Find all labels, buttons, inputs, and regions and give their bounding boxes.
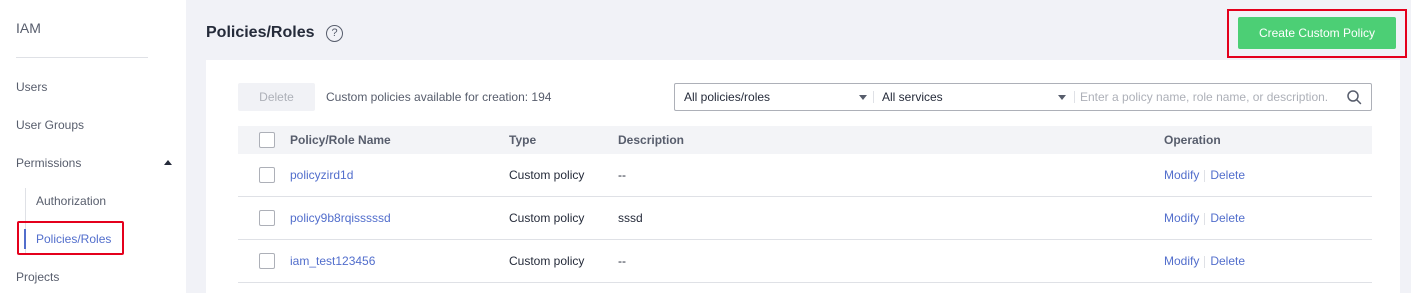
sidebar-item-projects[interactable]: Projects [16,269,59,285]
filter-bar: All policies/roles All services [674,83,1372,111]
delete-link[interactable]: Delete [1210,211,1245,225]
row-checkbox[interactable] [259,253,275,269]
policy-name-link[interactable]: policyzird1d [290,154,353,196]
policy-type-select[interactable]: All policies/roles [675,84,873,110]
highlight-box-create-button: Create Custom Policy [1227,9,1407,58]
help-icon[interactable]: ? [326,25,343,42]
sidebar: IAM Users User Groups Permissions Author… [0,0,186,293]
delete-link[interactable]: Delete [1210,168,1245,182]
main-content: Policies/Roles ? Create Custom Policy De… [186,0,1411,293]
filter-separator [1074,91,1075,103]
row-operations: Modify Delete [1164,197,1245,239]
policy-type: Custom policy [509,211,585,225]
quota-text: Custom policies available for creation: … [326,90,552,104]
row-operations: Modify Delete [1164,154,1245,196]
modify-link[interactable]: Modify [1164,168,1199,182]
policy-type: Custom policy [509,254,585,268]
policy-name-link[interactable]: policy9b8rqisssssd [290,197,391,239]
policies-card: Delete Custom policies available for cre… [206,60,1400,293]
select-all-checkbox[interactable] [259,132,275,148]
sidebar-divider [16,57,148,58]
column-header-type: Type [509,133,537,147]
search-input[interactable] [1080,84,1338,110]
table-row: policyzird1d Custom policy -- Modify Dele… [238,154,1372,197]
row-checkbox[interactable] [259,210,275,226]
policy-description: -- [618,168,626,182]
row-operations: Modify Delete [1164,240,1245,282]
policy-description: sssd [618,211,643,225]
policy-type-select-value: All policies/roles [684,90,771,104]
service-select[interactable]: All services [874,84,1074,110]
table-header: Policy/Role Name Type Description Operat… [238,126,1372,154]
highlight-box-policies-roles [17,221,124,255]
column-header-name: Policy/Role Name [290,133,391,147]
column-header-operation: Operation [1164,133,1221,147]
sidebar-item-permissions-label: Permissions [16,156,82,170]
sidebar-title: IAM [16,20,41,36]
caret-down-icon [1058,95,1066,100]
search-icon[interactable] [1346,89,1362,105]
sidebar-item-permissions[interactable]: Permissions [16,155,172,171]
table-row: policy9b8rqisssssd Custom policy sssd Mo… [238,197,1372,240]
operation-separator [1204,169,1206,182]
policy-name-link[interactable]: iam_test123456 [290,240,375,282]
service-select-value: All services [882,90,943,104]
row-checkbox[interactable] [259,167,275,183]
column-header-description: Description [618,133,685,147]
create-custom-policy-button[interactable]: Create Custom Policy [1238,17,1396,49]
policy-type: Custom policy [509,168,585,182]
operation-separator [1204,212,1206,225]
delete-link[interactable]: Delete [1210,254,1245,268]
sidebar-item-users[interactable]: Users [16,79,47,95]
modify-link[interactable]: Modify [1164,211,1199,225]
table-row: iam_test123456 Custom policy -- Modify De… [238,240,1372,283]
page-title: Policies/Roles [206,24,315,41]
sidebar-item-user-groups[interactable]: User Groups [16,117,84,133]
sidebar-item-authorization[interactable]: Authorization [36,193,106,209]
policy-description: -- [618,254,626,268]
operation-separator [1204,255,1206,268]
delete-button[interactable]: Delete [238,83,315,111]
caret-up-icon [164,160,172,165]
modify-link[interactable]: Modify [1164,254,1199,268]
caret-down-icon [859,95,867,100]
